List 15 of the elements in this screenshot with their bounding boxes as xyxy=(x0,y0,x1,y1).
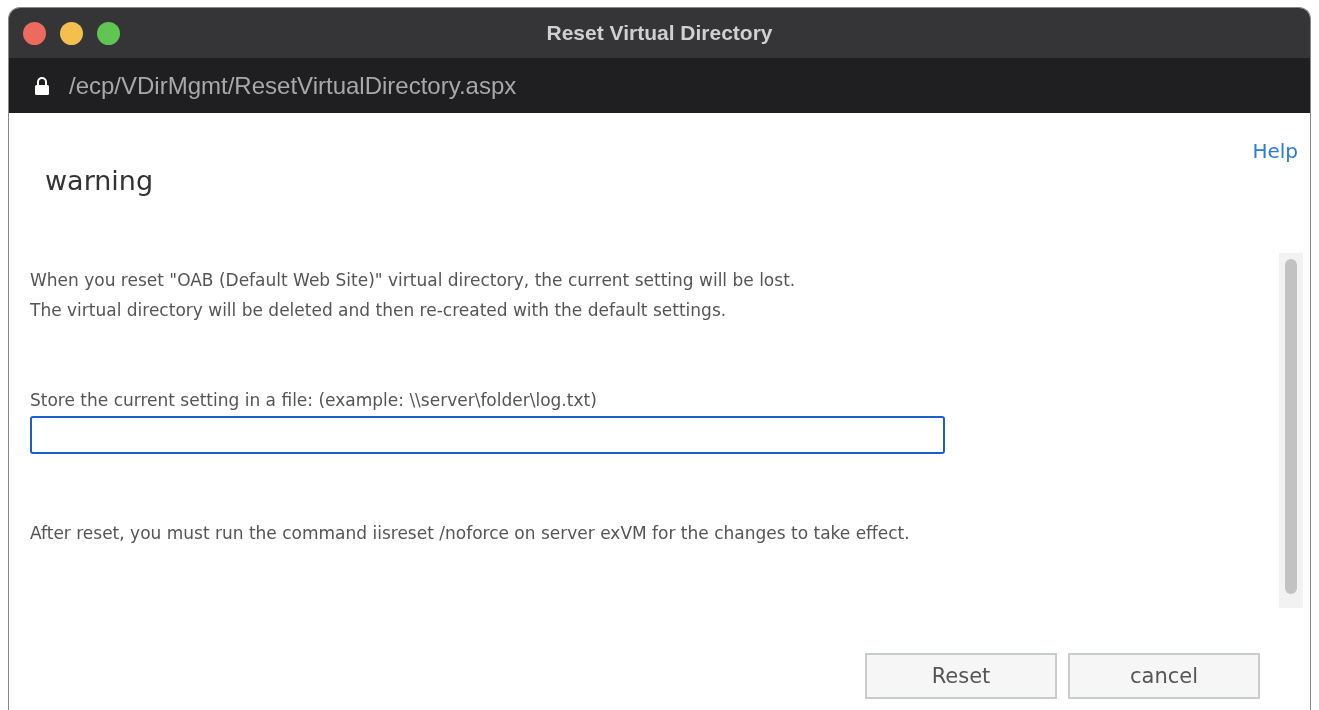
field-label: Store the current setting in a file: (example: \\server\folder\log.txt) xyxy=(30,390,598,410)
reset-note: After reset, you must run the command iisreset /noforce on server exVM for the changes to take effect. xyxy=(30,522,911,545)
zoom-button[interactable] xyxy=(97,21,120,45)
help-link[interactable]: Help xyxy=(1252,139,1298,163)
lock-icon xyxy=(35,76,49,95)
reset-button[interactable]: Reset xyxy=(865,653,1057,699)
scrollbar[interactable] xyxy=(1279,253,1303,608)
minimize-button[interactable] xyxy=(60,21,83,45)
dialog-heading: warning xyxy=(45,165,154,196)
warning-message: When you reset "OAB (Default Web Site)" virtual directory, the current setting will be lost. The virtual directory will be deleted and then re-created with the default settings. xyxy=(30,269,797,322)
file-path-field[interactable] xyxy=(30,416,945,454)
cancel-button[interactable]: cancel xyxy=(1068,653,1260,699)
address-text: /ecp/VDirMgmt/ResetVirtualDirectory.aspx xyxy=(69,71,517,100)
window-title: Reset Virtual Directory xyxy=(546,21,773,45)
close-button[interactable] xyxy=(23,21,46,45)
